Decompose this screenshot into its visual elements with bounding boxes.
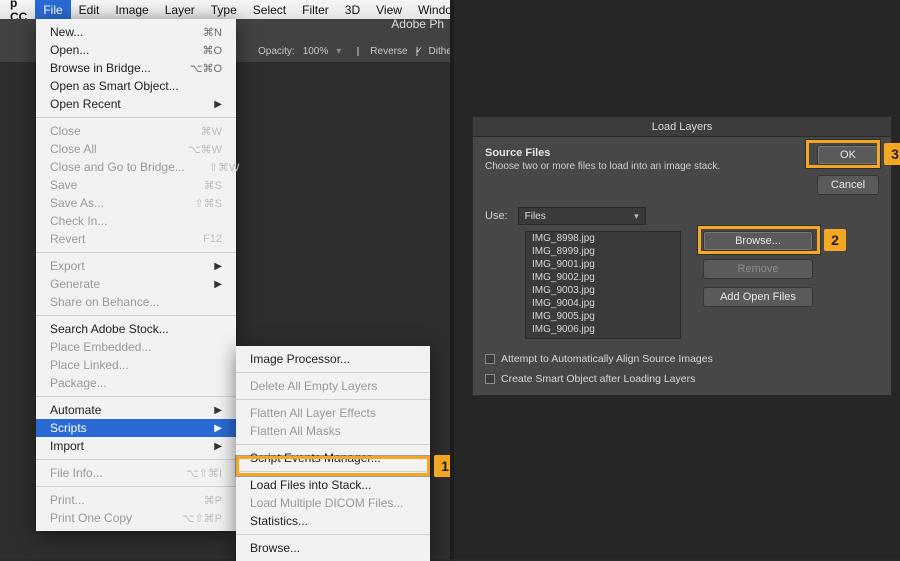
dialog-panel: Load Layers Source Files Choose two or m… xyxy=(454,0,900,559)
file-menu-item: Place Embedded... xyxy=(36,338,236,356)
file-list-item[interactable]: IMG_9004.jpg xyxy=(526,297,680,310)
file-list-item[interactable]: IMG_8999.jpg xyxy=(526,245,680,258)
file-menu-item[interactable]: Search Adobe Stock... xyxy=(36,320,236,338)
menubar-filter[interactable]: Filter xyxy=(294,0,337,19)
scripts-menu-item[interactable]: Script Events Manager... xyxy=(236,449,430,467)
menubar-file[interactable]: File xyxy=(35,0,70,19)
use-label: Use: xyxy=(485,210,508,222)
file-menu-item: Save⌘S xyxy=(36,176,236,194)
file-list-item[interactable]: IMG_9006.jpg xyxy=(526,323,680,336)
dither-checkbox[interactable] xyxy=(416,47,418,56)
use-select[interactable]: Files xyxy=(518,207,646,225)
scripts-menu-item[interactable]: Browse... xyxy=(236,539,430,557)
file-menu-item: Share on Behance... xyxy=(36,293,236,311)
scripts-menu-item[interactable]: Statistics... xyxy=(236,512,430,530)
document-title: Adobe Ph xyxy=(391,17,444,31)
file-menu-item: RevertF12 xyxy=(36,230,236,248)
menubar-select[interactable]: Select xyxy=(245,0,294,19)
file-menu-item: Save As...⇧⌘S xyxy=(36,194,236,212)
file-menu-item: Export▶ xyxy=(36,257,236,275)
file-menu-item[interactable]: Browse in Bridge...⌥⌘O xyxy=(36,59,236,77)
file-menu-item: Print...⌘P xyxy=(36,491,236,509)
remove-button[interactable]: Remove xyxy=(703,259,813,279)
submenu-arrow-icon: ▶ xyxy=(214,261,222,272)
scripts-submenu: Image Processor... Delete All Empty Layer… xyxy=(236,346,430,561)
file-menu-item: Close and Go to Bridge...⇧⌘W xyxy=(36,158,236,176)
file-menu: New...⌘NOpen...⌘OBrowse in Bridge...⌥⌘OO… xyxy=(36,19,236,531)
opacity-label: Opacity: xyxy=(258,46,295,57)
cancel-button[interactable]: Cancel xyxy=(817,175,879,195)
file-list[interactable]: IMG_8998.jpgIMG_8999.jpgIMG_9001.jpgIMG_… xyxy=(525,231,681,339)
menubar-image[interactable]: Image xyxy=(107,0,156,19)
smart-object-label: Create Smart Object after Loading Layers xyxy=(501,373,695,385)
dialog-title: Load Layers xyxy=(473,117,891,137)
file-menu-item[interactable]: Import▶ xyxy=(36,437,236,455)
file-list-item[interactable]: IMG_9005.jpg xyxy=(526,310,680,323)
scripts-menu-item: Flatten All Layer Effects xyxy=(236,404,430,422)
photoshop-window: p CC File Edit Image Layer Type Select F… xyxy=(0,0,450,559)
submenu-arrow-icon: ▶ xyxy=(214,99,222,110)
align-checkbox[interactable] xyxy=(485,354,495,364)
add-open-files-button[interactable]: Add Open Files xyxy=(703,287,813,307)
file-list-item[interactable]: IMG_9003.jpg xyxy=(526,284,680,297)
file-menu-item: Close All⌥⌘W xyxy=(36,140,236,158)
scripts-menu-item[interactable]: Image Processor... xyxy=(236,350,430,368)
align-label: Attempt to Automatically Align Source Im… xyxy=(501,353,713,365)
scripts-menu-item: Flatten All Masks xyxy=(236,422,430,440)
scripts-menu-item: Load Multiple DICOM Files... xyxy=(236,494,430,512)
smart-object-checkbox[interactable] xyxy=(485,374,495,384)
opacity-value[interactable]: 100% xyxy=(303,46,329,57)
browse-button[interactable]: Browse... xyxy=(703,231,813,251)
file-menu-item[interactable]: New...⌘N xyxy=(36,23,236,41)
load-layers-dialog: Load Layers Source Files Choose two or m… xyxy=(472,116,892,396)
reverse-label: Reverse xyxy=(370,46,407,57)
file-list-item[interactable]: IMG_9001.jpg xyxy=(526,258,680,271)
submenu-arrow-icon: ▶ xyxy=(214,423,222,434)
menubar-edit[interactable]: Edit xyxy=(71,0,108,19)
file-menu-item: Generate▶ xyxy=(36,275,236,293)
submenu-arrow-icon: ▶ xyxy=(214,441,222,452)
file-menu-item: Check In... xyxy=(36,212,236,230)
reverse-checkbox[interactable] xyxy=(357,47,359,56)
scripts-menu-item[interactable]: Load Files into Stack... xyxy=(236,476,430,494)
file-menu-item: Close⌘W xyxy=(36,122,236,140)
menubar-3d[interactable]: 3D xyxy=(337,0,368,19)
file-menu-item: File Info...⌥⇧⌘I xyxy=(36,464,236,482)
callout-2-badge: 2 xyxy=(824,229,846,251)
file-list-item[interactable]: IMG_8998.jpg xyxy=(526,232,680,245)
ok-button[interactable]: OK xyxy=(817,145,879,165)
scripts-menu-item: Delete All Empty Layers xyxy=(236,377,430,395)
submenu-arrow-icon: ▶ xyxy=(214,405,222,416)
callout-3-badge: 3 xyxy=(884,143,900,165)
file-menu-item: Package... xyxy=(36,374,236,392)
file-menu-item: Print One Copy⌥⇧⌘P xyxy=(36,509,236,527)
menubar-app[interactable]: p CC xyxy=(2,0,35,19)
file-menu-item: Place Linked... xyxy=(36,356,236,374)
file-menu-item[interactable]: Scripts▶ xyxy=(36,419,236,437)
mac-menubar: p CC File Edit Image Layer Type Select F… xyxy=(0,0,450,19)
menubar-layer[interactable]: Layer xyxy=(157,0,203,19)
file-menu-item[interactable]: Open...⌘O xyxy=(36,41,236,59)
file-menu-item[interactable]: Open as Smart Object... xyxy=(36,77,236,95)
file-list-item[interactable]: IMG_9002.jpg xyxy=(526,271,680,284)
submenu-arrow-icon: ▶ xyxy=(214,279,222,290)
file-menu-item[interactable]: Open Recent▶ xyxy=(36,95,236,113)
file-menu-item[interactable]: Automate▶ xyxy=(36,401,236,419)
menubar-type[interactable]: Type xyxy=(203,0,245,19)
